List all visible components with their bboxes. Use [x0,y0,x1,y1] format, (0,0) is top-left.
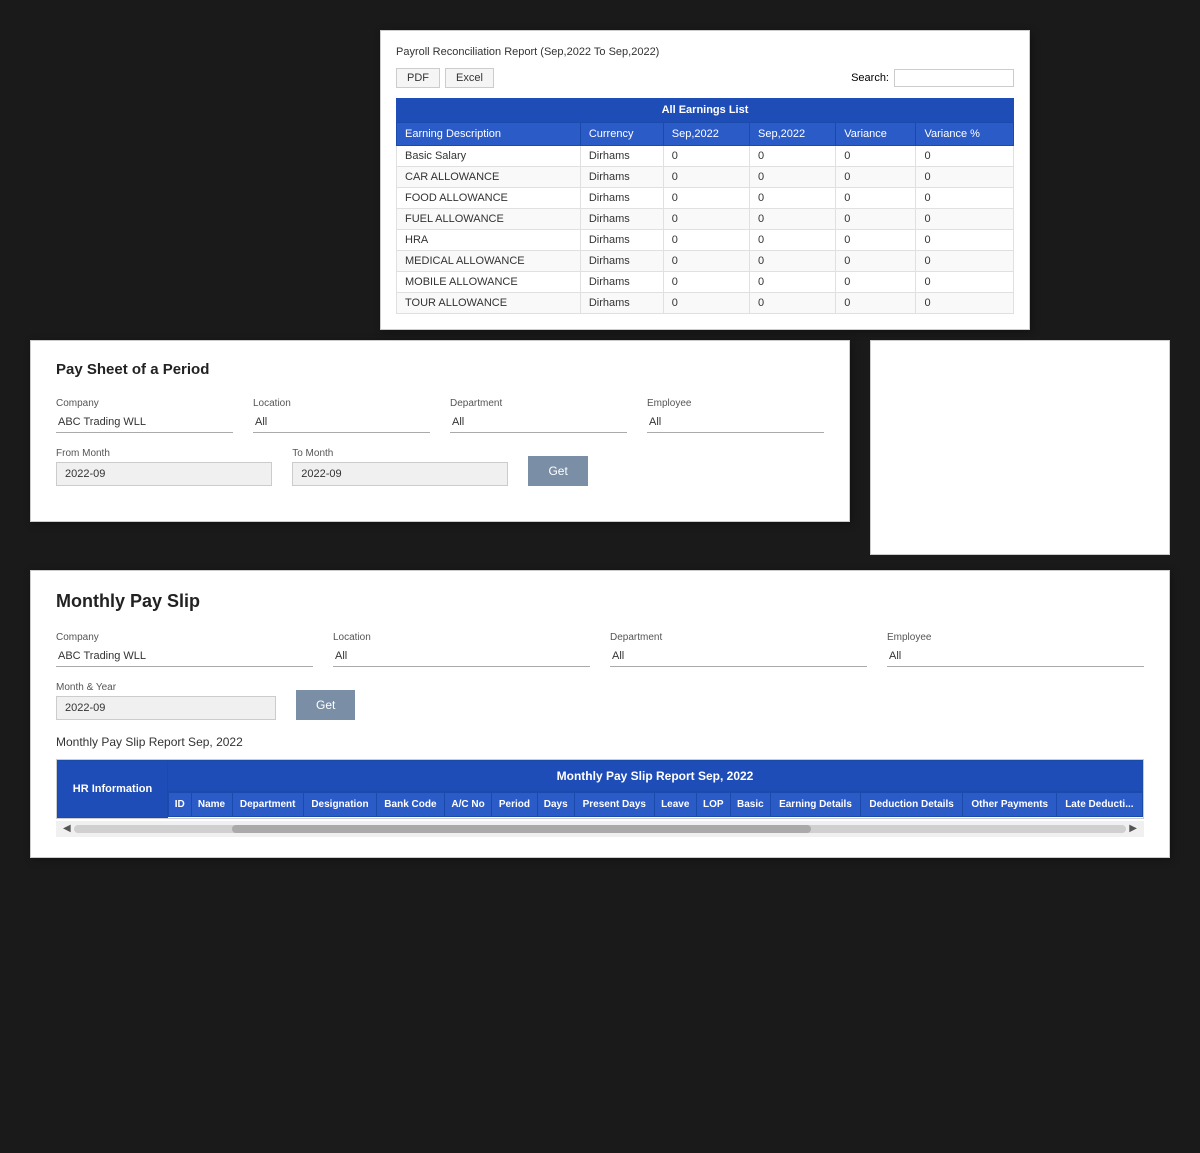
month-year-input[interactable] [56,696,276,720]
scroll-left-arrow[interactable]: ◀ [60,823,74,834]
payslip-table-wrapper: HR Information Monthly Pay Slip Report S… [56,759,1144,819]
earnings-list-header: All Earnings List [396,98,1014,122]
payslip-col-header: ID [169,793,192,817]
ms-company-select[interactable]: ABC Trading WLL [56,646,313,667]
pay-sheet-panel: Pay Sheet of a Period Company ABC Tradin… [30,340,850,522]
department-select[interactable]: All [450,412,627,433]
scroll-right-arrow[interactable]: ▶ [1126,823,1140,834]
get-btn-container: Get [528,456,587,486]
report-section-title: Monthly Pay Slip Report Sep, 2022 [56,735,1144,749]
table-row: FUEL ALLOWANCEDirhams0000 [397,209,1014,230]
payslip-col-header: Basic [730,793,770,817]
payslip-col-header: Designation [303,793,376,817]
ms-location-select[interactable]: All [333,646,590,667]
get-button-panel3[interactable]: Get [296,690,355,720]
from-month-label: From Month [56,448,272,459]
from-month-field: From Month [56,448,272,486]
payslip-col-header: Department [232,793,303,817]
company-select[interactable]: ABC Trading WLL [56,412,233,433]
table-row: HRADirhams0000 [397,230,1014,251]
payslip-col-header: Present Days [574,793,654,817]
table-row: CAR ALLOWANCEDirhams0000 [397,167,1014,188]
table-row: TOUR ALLOWANCEDirhams0000 [397,293,1014,314]
ms-company-label: Company [56,632,313,643]
company-field: Company ABC Trading WLL [56,398,233,433]
pdf-button[interactable]: PDF [396,68,440,88]
department-label: Department [450,398,627,409]
monthly-pay-slip-title: Monthly Pay Slip [56,591,1144,612]
payroll-reconciliation-panel: Payroll Reconciliation Report (Sep,2022 … [380,30,1030,330]
payslip-col-header: Leave [654,793,696,817]
panel1-toolbar: PDF Excel Search: [396,68,1014,88]
to-month-label: To Month [292,448,508,459]
employee-label: Employee [647,398,824,409]
ms-get-btn-container: Get [296,690,355,720]
to-month-input[interactable] [292,462,508,486]
table-row: MEDICAL ALLOWANCEDirhams0000 [397,251,1014,272]
horizontal-scrollbar[interactable]: ◀ ▶ [56,821,1144,837]
ms-location-field: Location All [333,632,590,667]
monthly-title-cell: Monthly Pay Slip Report Sep, 2022 [168,761,1143,792]
export-buttons: PDF Excel [396,68,494,88]
employee-select[interactable]: All [647,412,824,433]
hr-info-cell: HR Information [58,761,168,818]
ms-department-select[interactable]: All [610,646,867,667]
pay-sheet-row1: Company ABC Trading WLL Location All Dep… [56,398,824,433]
payslip-col-header: Deduction Details [860,793,962,817]
payslip-outer-table: HR Information Monthly Pay Slip Report S… [57,760,1143,818]
pay-sheet-title: Pay Sheet of a Period [56,361,824,378]
payslip-col-header: Days [537,793,574,817]
payslip-col-header: Earning Details [771,793,861,817]
monthly-pay-slip-panel: Monthly Pay Slip Company ABC Trading WLL… [30,570,1170,858]
payslip-col-header: Other Payments [963,793,1057,817]
employee-field: Employee All [647,398,824,433]
ms-employee-field: Employee All [887,632,1144,667]
excel-button[interactable]: Excel [445,68,494,88]
payslip-col-header: Late Deducti... [1057,793,1142,817]
ms-location-label: Location [333,632,590,643]
monthly-slip-row1: Company ABC Trading WLL Location All Dep… [56,632,1144,667]
scrollbar-track[interactable] [74,825,1127,833]
ms-company-field: Company ABC Trading WLL [56,632,313,667]
ms-employee-label: Employee [887,632,1144,643]
earnings-table: Earning DescriptionCurrencySep,2022Sep,2… [396,122,1014,314]
to-month-field: To Month [292,448,508,486]
location-field: Location All [253,398,430,433]
monthly-slip-row2: Month & Year Get [56,682,1144,720]
payslip-col-headers: IDNameDepartmentDesignationBank CodeA/C … [168,792,1143,817]
ms-department-field: Department All [610,632,867,667]
payslip-col-header: Bank Code [377,793,445,817]
month-year-field: Month & Year [56,682,276,720]
panel1-title: Payroll Reconciliation Report (Sep,2022 … [396,46,1014,58]
table-row: FOOD ALLOWANCEDirhams0000 [397,188,1014,209]
payslip-col-header: Name [191,793,232,817]
ms-department-label: Department [610,632,867,643]
search-input[interactable] [894,69,1014,87]
from-month-input[interactable] [56,462,272,486]
table-row: MOBILE ALLOWANCEDirhams0000 [397,272,1014,293]
location-select[interactable]: All [253,412,430,433]
payslip-col-header: A/C No [444,793,492,817]
payslip-col-header: LOP [696,793,730,817]
search-label: Search: [851,72,889,84]
pay-sheet-row2: From Month To Month Get [56,448,824,486]
search-area: Search: [851,69,1014,87]
department-field: Department All [450,398,627,433]
scrollbar-thumb[interactable] [232,825,811,833]
get-button-panel2[interactable]: Get [528,456,587,486]
location-label: Location [253,398,430,409]
payslip-col-header: Period [492,793,537,817]
right-white-panel [870,340,1170,555]
month-year-label: Month & Year [56,682,276,693]
table-row: Basic SalaryDirhams0000 [397,146,1014,167]
ms-employee-select[interactable]: All [887,646,1144,667]
company-label: Company [56,398,233,409]
